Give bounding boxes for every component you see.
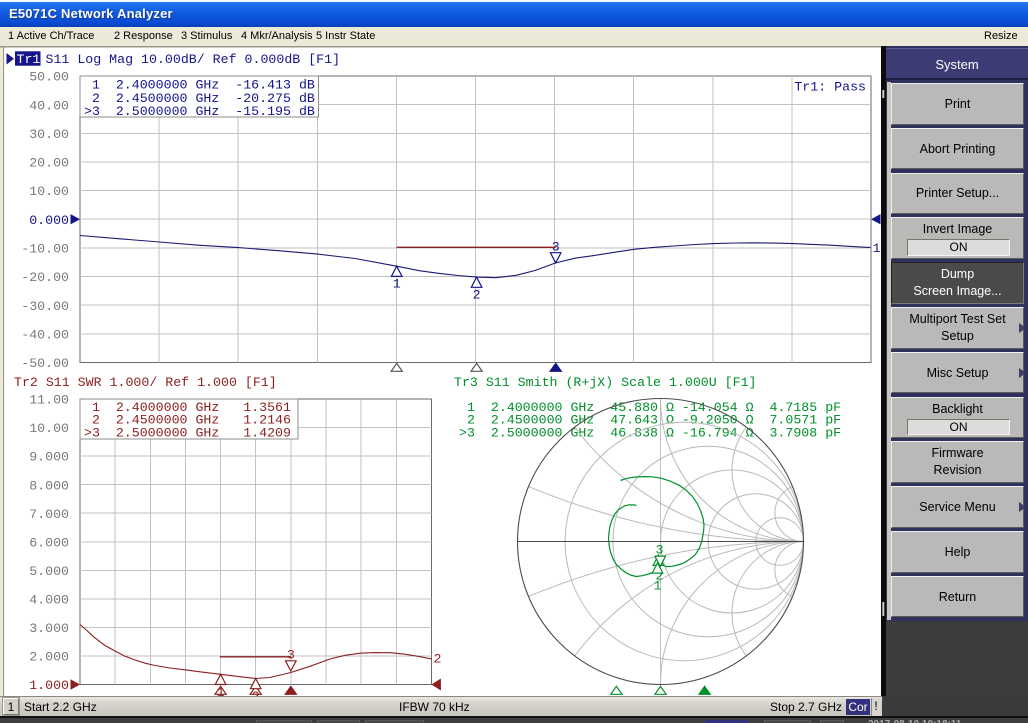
svg-text:Tr3 S11 Smith (R+jX) Scale 1.0: Tr3 S11 Smith (R+jX) Scale 1.000U [F1] xyxy=(454,375,757,390)
svg-text:Tr2 S11 SWR 1.000/ Ref 1.000 [: Tr2 S11 SWR 1.000/ Ref 1.000 [F1] xyxy=(14,375,277,390)
svg-text:3: 3 xyxy=(287,648,295,663)
svg-text:6.000: 6.000 xyxy=(29,535,69,550)
svg-text:1: 1 xyxy=(217,685,225,696)
svg-text:3: 3 xyxy=(552,239,560,254)
svg-text:10.00: 10.00 xyxy=(29,421,69,436)
svg-text:1: 1 xyxy=(654,579,662,594)
svg-text:S11 Log Mag 10.00dB/ Ref 0.000: S11 Log Mag 10.00dB/ Ref 0.000dB [F1] xyxy=(46,52,341,67)
svg-text:-50.00: -50.00 xyxy=(21,356,69,371)
svg-text:50.00: 50.00 xyxy=(29,70,69,85)
svg-text:1: 1 xyxy=(393,277,401,292)
svg-text:8.000: 8.000 xyxy=(29,478,69,493)
svg-text:>3 2.5000000 GHz -15.195 dB: >3 2.5000000 GHz -15.195 dB xyxy=(84,104,315,119)
svg-text:2: 2 xyxy=(434,652,442,667)
svg-text:30.00: 30.00 xyxy=(29,127,69,142)
svg-text:9.000: 9.000 xyxy=(29,450,69,465)
svg-text:3.000: 3.000 xyxy=(29,621,69,636)
svg-text:-40.00: -40.00 xyxy=(21,327,69,342)
svg-text:2.000: 2.000 xyxy=(29,650,69,665)
svg-text:7.000: 7.000 xyxy=(29,507,69,522)
svg-text:-20.00: -20.00 xyxy=(21,270,69,285)
svg-text:5.000: 5.000 xyxy=(29,564,69,579)
svg-text:0.000: 0.000 xyxy=(29,213,69,228)
svg-text:-30.00: -30.00 xyxy=(21,299,69,314)
svg-text:>3 2.5000000 GHz 1.4209: >3 2.5000000 GHz 1.4209 xyxy=(84,425,291,440)
svg-text:Tr1: Tr1 xyxy=(17,52,41,67)
svg-text:Tr1: Pass: Tr1: Pass xyxy=(794,80,866,95)
svg-text:11.00: 11.00 xyxy=(29,393,69,408)
svg-text:2: 2 xyxy=(473,288,481,303)
svg-text:3: 3 xyxy=(656,543,664,558)
svg-text:4.000: 4.000 xyxy=(29,592,69,607)
svg-text:1: 1 xyxy=(873,241,881,256)
svg-text:10.00: 10.00 xyxy=(29,184,69,199)
svg-text:40.00: 40.00 xyxy=(29,98,69,113)
svg-text:20.00: 20.00 xyxy=(29,156,69,171)
svg-text:-10.00: -10.00 xyxy=(21,242,69,257)
svg-text:1.000: 1.000 xyxy=(29,678,69,693)
svg-text:2: 2 xyxy=(252,689,260,696)
